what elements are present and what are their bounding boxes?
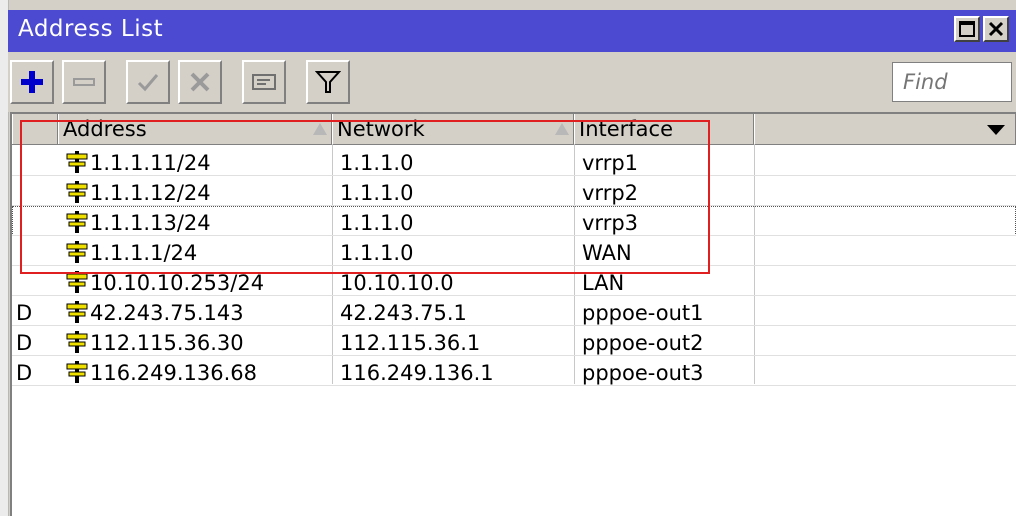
table-row[interactable]: 1.1.1.13/24 1.1.1.0 vrrp3: [12, 206, 1016, 236]
row-flag: [16, 146, 56, 176]
filter-icon: [315, 71, 341, 93]
column-chooser[interactable]: [754, 114, 1016, 144]
row-divider: [12, 385, 1016, 386]
toolbar: [8, 52, 1016, 112]
row-network: 1.1.1.0: [340, 241, 414, 265]
row-flag: D: [16, 331, 33, 355]
sort-arrow-icon: [313, 123, 327, 135]
column-header-label: Interface: [579, 117, 674, 141]
close-icon: [988, 21, 1004, 37]
column-header-network[interactable]: Network: [332, 114, 574, 144]
disable-button[interactable]: [178, 60, 222, 104]
remove-button[interactable]: [62, 60, 106, 104]
table-row[interactable]: D 112.115.36.30 112.115.36.1 pppoe-out2: [12, 326, 1016, 356]
window-title: Address List: [18, 16, 164, 42]
address-icon: [66, 151, 88, 173]
row-flag: [16, 266, 56, 296]
row-address-cell: 10.10.10.253/24: [62, 266, 332, 296]
table-header: Address Network Interface: [12, 114, 1016, 145]
find-input[interactable]: [893, 63, 1011, 101]
row-address-cell: 1.1.1.13/24: [62, 206, 332, 236]
row-address-cell: 1.1.1.1/24: [62, 236, 332, 266]
row-network: 116.249.136.1: [340, 361, 494, 385]
row-interface: pppoe-out3: [582, 361, 704, 385]
row-address-cell: 42.243.75.143: [62, 296, 332, 326]
comment-button[interactable]: [242, 60, 286, 104]
address-icon: [66, 331, 88, 353]
row-interface: LAN: [582, 271, 625, 295]
table-row[interactable]: 10.10.10.253/24 10.10.10.0 LAN: [12, 266, 1016, 296]
add-icon: [21, 71, 43, 93]
row-address-cell: 116.249.136.68: [62, 356, 332, 386]
table-row[interactable]: D 116.249.136.68 116.249.136.1 pppoe-out3: [12, 356, 1016, 386]
enable-button[interactable]: [126, 60, 170, 104]
address-icon: [66, 301, 88, 323]
address-list-window: Address List Find Address Network Interf…: [0, 0, 1016, 516]
row-flag: [16, 176, 56, 206]
address-icon: [66, 361, 88, 383]
column-header-label: Address: [63, 117, 147, 141]
comment-icon: [252, 74, 276, 90]
chevron-down-icon: [987, 125, 1005, 135]
column-header-flags[interactable]: [12, 114, 58, 144]
row-address-cell: 1.1.1.12/24: [62, 176, 332, 206]
row-flag: D: [16, 301, 33, 325]
row-interface: pppoe-out1: [582, 301, 704, 325]
table-row[interactable]: 1.1.1.11/24 1.1.1.0 vrrp1: [12, 146, 1016, 176]
disable-icon: [190, 72, 210, 92]
sort-arrow-icon: [555, 123, 569, 135]
remove-icon: [73, 78, 95, 86]
row-flag: D: [16, 361, 33, 385]
maximize-button[interactable]: [954, 16, 980, 42]
row-interface: pppoe-out2: [582, 331, 704, 355]
row-interface: vrrp1: [582, 151, 639, 175]
row-address-cell: 112.115.36.30: [62, 326, 332, 356]
row-flag: [16, 236, 56, 266]
address-icon: [66, 241, 88, 263]
find-field[interactable]: [892, 62, 1012, 102]
row-network: 1.1.1.0: [340, 211, 414, 235]
table-row[interactable]: D 42.243.75.143 42.243.75.1 pppoe-out1: [12, 296, 1016, 326]
row-network: 42.243.75.1: [340, 301, 467, 325]
row-network: 112.115.36.1: [340, 331, 481, 355]
maximize-icon: [959, 21, 975, 37]
enable-icon: [137, 74, 159, 92]
row-network: 10.10.10.0: [340, 271, 454, 295]
row-interface: WAN: [582, 241, 632, 265]
address-table: Address Network Interface 1.1.1.11/24 1.1…: [10, 112, 1016, 516]
row-network: 1.1.1.0: [340, 181, 414, 205]
add-button[interactable]: [10, 60, 54, 104]
column-header-address[interactable]: Address: [58, 114, 332, 144]
title-bar[interactable]: Address List: [8, 10, 1016, 52]
address-icon: [66, 211, 88, 233]
row-address-cell: 1.1.1.11/24: [62, 146, 332, 176]
row-interface: vrrp2: [582, 181, 639, 205]
row-flag: [16, 206, 56, 236]
row-interface: vrrp3: [582, 211, 639, 235]
address-icon: [66, 181, 88, 203]
filter-button[interactable]: [306, 60, 350, 104]
table-row[interactable]: 1.1.1.1/24 1.1.1.0 WAN: [12, 236, 1016, 266]
table-row[interactable]: 1.1.1.12/24 1.1.1.0 vrrp2: [12, 176, 1016, 206]
column-header-label: Network: [337, 117, 425, 141]
row-network: 1.1.1.0: [340, 151, 414, 175]
close-button[interactable]: [983, 16, 1009, 42]
address-icon: [66, 271, 88, 293]
column-header-interface[interactable]: Interface: [574, 114, 754, 144]
